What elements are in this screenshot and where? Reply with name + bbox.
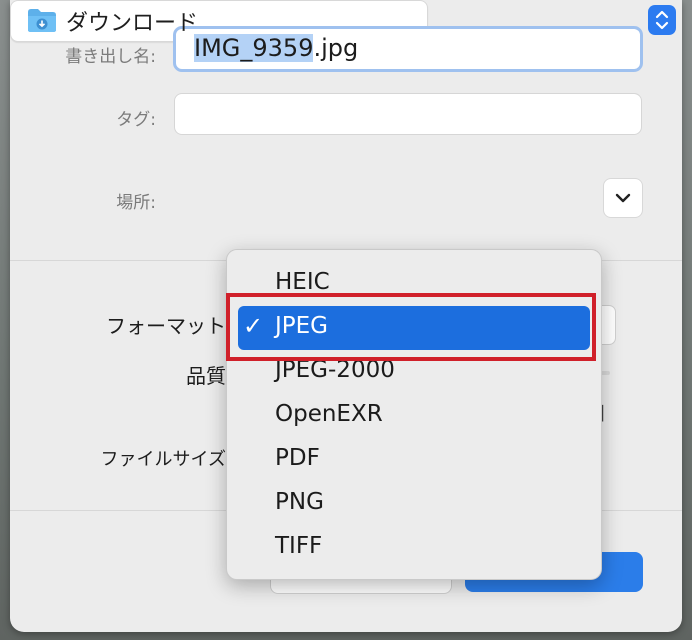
menu-item-tiff[interactable]: TIFF — [227, 527, 601, 567]
quality-label: 品質 — [186, 364, 226, 388]
menu-item-label: PNG — [275, 489, 324, 515]
chevron-down-icon — [615, 193, 631, 203]
annotation-highlight-box — [226, 293, 596, 361]
tag-label: タグ: — [116, 110, 156, 130]
expand-browser-button[interactable] — [603, 178, 643, 218]
menu-item-label: HEIC — [275, 269, 330, 295]
menu-item-pdf[interactable]: PDF — [227, 439, 601, 479]
location-label: 場所: — [116, 193, 156, 213]
filename-label: 書き出し名: — [65, 47, 156, 67]
format-label: フォーマット — [106, 314, 226, 338]
filename-extension: .jpg — [313, 34, 359, 62]
filename-field[interactable]: IMG_9359.jpg — [173, 26, 643, 72]
menu-item-png[interactable]: PNG — [227, 483, 601, 523]
downloads-folder-icon — [28, 9, 56, 32]
menu-item-openexr[interactable]: OpenEXR — [227, 395, 601, 435]
menu-item-label: PDF — [275, 445, 320, 471]
location-stepper-icon[interactable] — [648, 5, 676, 35]
filename-selected-text: IMG_9359 — [194, 34, 314, 62]
location-value: ダウンロード — [66, 11, 199, 36]
menu-item-label: TIFF — [275, 533, 323, 559]
menu-item-label: OpenEXR — [275, 401, 383, 427]
tag-field[interactable] — [174, 93, 642, 135]
filesize-label: ファイルサイズ — [100, 449, 226, 470]
